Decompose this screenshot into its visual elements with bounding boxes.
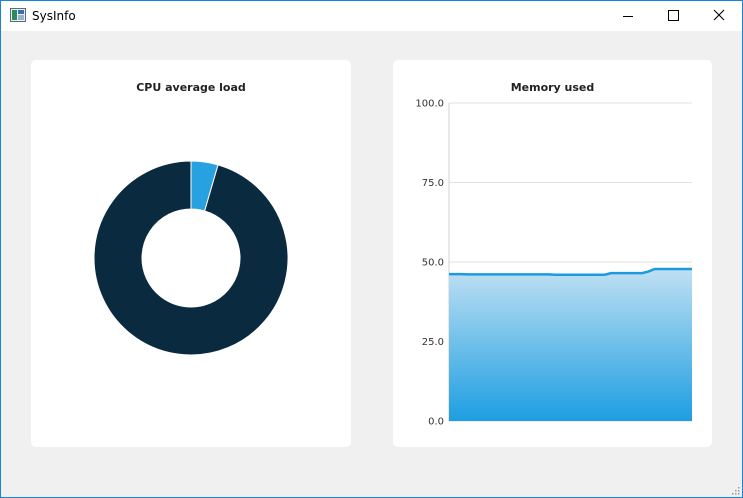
maximize-icon: [668, 10, 679, 21]
minimize-icon: [623, 16, 633, 17]
y-tick-label: 75.0: [422, 178, 444, 189]
app-icon: [10, 8, 26, 22]
y-tick-label: 25.0: [422, 337, 444, 348]
maximize-button[interactable]: [651, 1, 697, 31]
window-title: SysInfo: [32, 9, 76, 23]
close-icon: [713, 9, 725, 21]
minimize-button[interactable]: [605, 1, 651, 31]
cpu-idle-slice: [93, 160, 289, 356]
y-tick-label: 100.0: [415, 99, 444, 110]
y-tick-label: 50.0: [422, 258, 444, 269]
memory-area-fill: [449, 268, 692, 421]
cpu-donut-chart: [93, 160, 289, 356]
cpu-chart-card: CPU average load: [31, 60, 351, 447]
memory-chart-card: Memory used 0.0 25.0 50.0 75.0 100.0: [393, 60, 712, 447]
close-button[interactable]: [697, 1, 742, 31]
app-window: SysInfo CPU average load Memory used 0.0…: [0, 0, 743, 498]
resize-grip-icon[interactable]: [730, 485, 740, 495]
title-bar[interactable]: SysInfo: [1, 1, 742, 31]
memory-area-chart: 0.0 25.0 50.0 75.0 100.0: [415, 99, 692, 428]
y-tick-label: 0.0: [428, 417, 444, 428]
